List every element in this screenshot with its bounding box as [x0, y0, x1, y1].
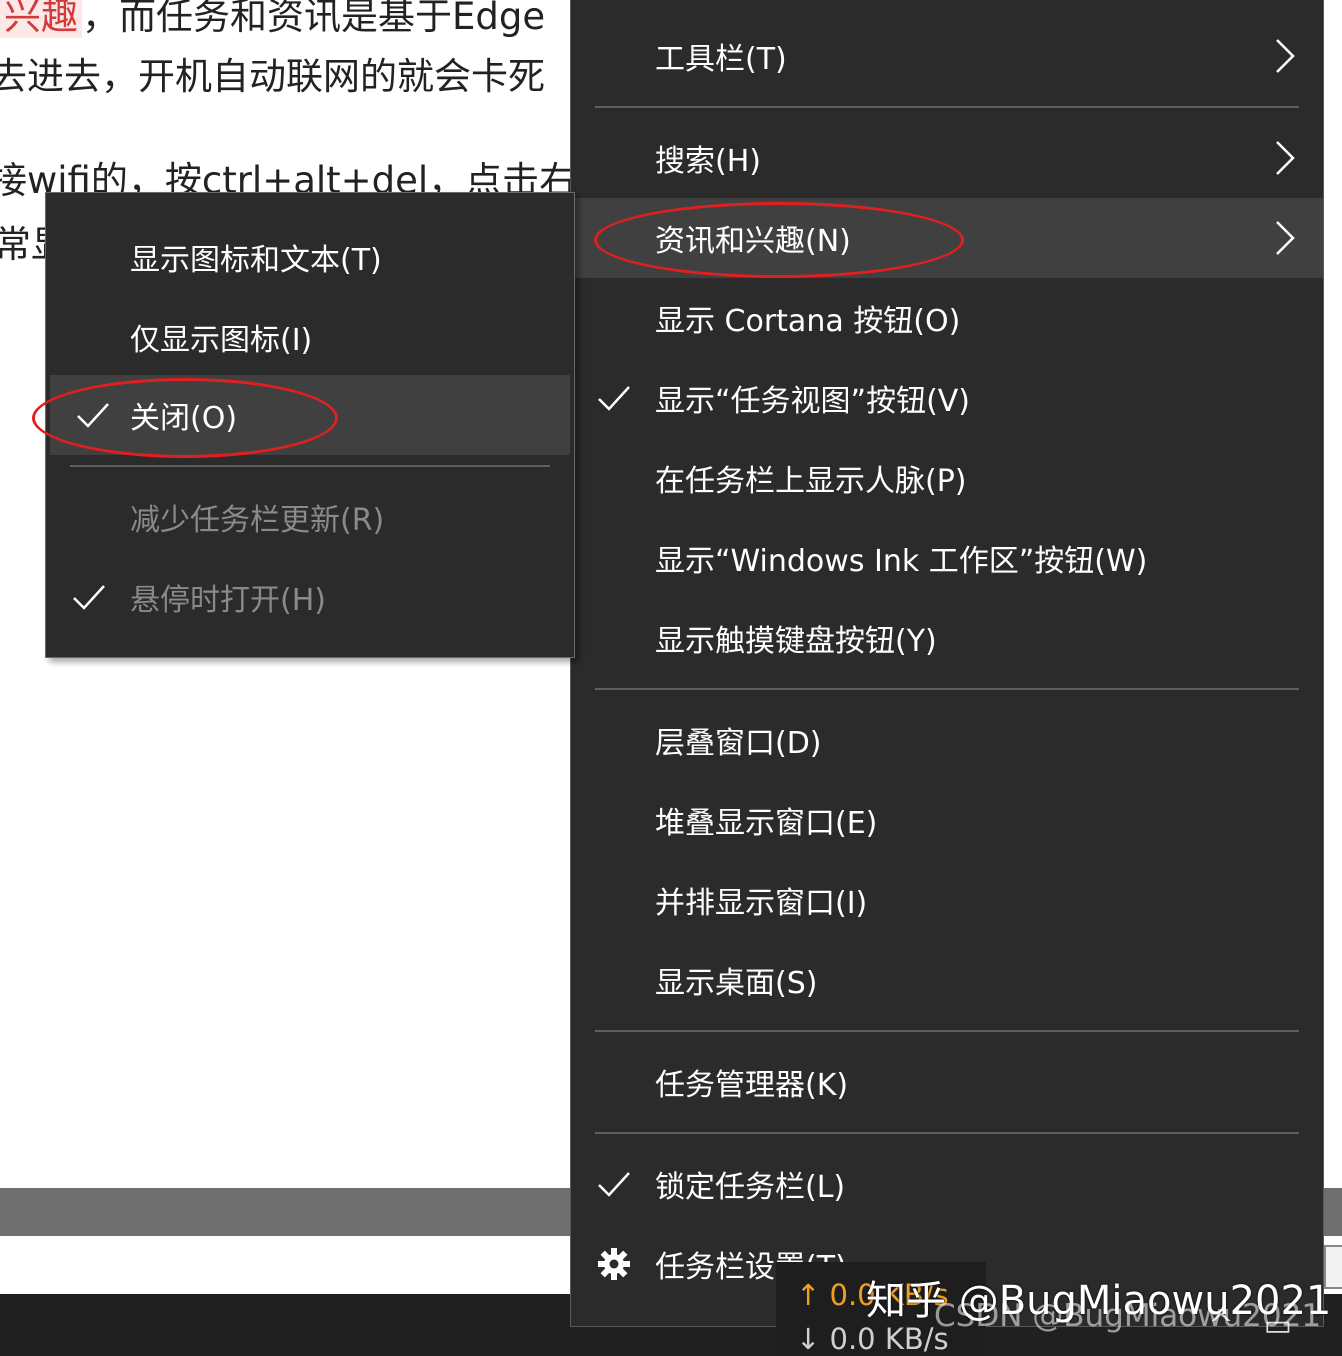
- article-text: ，而任务和资讯是基于Edge: [82, 0, 546, 38]
- menu-item-label: 任务管理器(K): [655, 1068, 849, 1103]
- submenu-item-turn-off[interactable]: 关闭(O): [50, 375, 570, 455]
- menu-item-side-by-side[interactable]: 并排显示窗口(I): [571, 860, 1323, 940]
- menu-item-show-windows-ink[interactable]: 显示“Windows Ink 工作区”按钮(W): [571, 518, 1323, 598]
- menu-item-label: 工具栏(T): [655, 42, 787, 77]
- submenu-item-show-icon-only[interactable]: 仅显示图标(I): [46, 297, 574, 377]
- menu-item-label: 显示 Cortana 按钮(O): [655, 304, 961, 339]
- checkmark-icon: [77, 403, 109, 428]
- menu-item-label: 搜索(H): [655, 144, 761, 179]
- menu-item-label: 锁定任务栏(L): [655, 1170, 846, 1205]
- menu-item-task-manager[interactable]: 任务管理器(K): [571, 1042, 1323, 1122]
- checkmark-icon: [598, 386, 630, 411]
- menu-item-label: 显示触摸键盘按钮(Y): [655, 624, 937, 659]
- menu-item-label: 在任务栏上显示人脉(P): [655, 464, 967, 499]
- download-speed: ↓ 0.0 KB/s: [796, 1322, 949, 1356]
- menu-separator: [595, 1132, 1299, 1134]
- chevron-right-icon: [1276, 39, 1295, 73]
- menu-item-show-task-view[interactable]: 显示“任务视图”按钮(V): [571, 358, 1323, 438]
- menu-item-label: 关闭(O): [130, 401, 238, 436]
- menu-separator: [70, 465, 550, 467]
- menu-separator: [595, 688, 1299, 690]
- menu-item-label: 层叠窗口(D): [655, 726, 822, 761]
- taskbar-context-menu: 工具栏(T) 搜索(H) 资讯和兴趣(N) 显示 Cortana 按钮(O) 显…: [570, 0, 1324, 1327]
- menu-item-label: 并排显示窗口(I): [655, 886, 868, 921]
- menu-item-show-touch-keyboard[interactable]: 显示触摸键盘按钮(Y): [571, 598, 1323, 678]
- csdn-watermark: CSDN @BugMiaowu2021: [934, 1298, 1322, 1334]
- article-highlight: 兴趣: [0, 0, 82, 38]
- article-line-1: 兴趣 ，而任务和资讯是基于Edge: [0, 0, 545, 40]
- submenu-item-reduce-updates: 减少任务栏更新(R): [46, 477, 574, 557]
- menu-item-label: 仅显示图标(I): [130, 323, 313, 358]
- menu-item-label: 显示“任务视图”按钮(V): [655, 384, 971, 419]
- menu-item-label: 减少任务栏更新(R): [130, 503, 385, 538]
- chevron-right-icon: [1276, 141, 1295, 175]
- menu-item-label: 资讯和兴趣(N): [655, 224, 851, 259]
- menu-separator: [595, 106, 1299, 108]
- menu-item-label: 显示桌面(S): [655, 966, 818, 1001]
- article-line-2: 去进去，开机自动联网的就会卡死: [0, 55, 545, 98]
- news-and-interests-submenu: 显示图标和文本(T) 仅显示图标(I) 关闭(O) 减少任务栏更新(R) 悬停时…: [45, 192, 575, 658]
- gear-icon: [598, 1248, 630, 1280]
- menu-item-news-and-interests[interactable]: 资讯和兴趣(N): [571, 198, 1323, 278]
- submenu-item-open-on-hover: 悬停时打开(H): [46, 557, 574, 637]
- menu-item-show-desktop[interactable]: 显示桌面(S): [571, 940, 1323, 1020]
- menu-item-stack-windows[interactable]: 堆叠显示窗口(E): [571, 780, 1323, 860]
- menu-item-label: 堆叠显示窗口(E): [655, 806, 878, 841]
- menu-item-toolbars[interactable]: 工具栏(T): [571, 16, 1323, 96]
- menu-item-cascade-windows[interactable]: 层叠窗口(D): [571, 700, 1323, 780]
- menu-item-show-people[interactable]: 在任务栏上显示人脉(P): [571, 438, 1323, 518]
- menu-item-search[interactable]: 搜索(H): [571, 118, 1323, 198]
- chevron-right-icon: [1276, 221, 1295, 255]
- checkmark-icon: [598, 1172, 630, 1197]
- checkmark-icon: [73, 585, 105, 610]
- menu-item-label: 悬停时打开(H): [130, 583, 326, 618]
- menu-separator: [595, 1030, 1299, 1032]
- menu-item-label: 显示图标和文本(T): [130, 243, 382, 278]
- menu-item-show-cortana[interactable]: 显示 Cortana 按钮(O): [571, 278, 1323, 358]
- submenu-item-show-icon-and-text[interactable]: 显示图标和文本(T): [46, 217, 574, 297]
- menu-item-lock-taskbar[interactable]: 锁定任务栏(L): [571, 1144, 1323, 1224]
- menu-item-label: 显示“Windows Ink 工作区”按钮(W): [655, 544, 1148, 579]
